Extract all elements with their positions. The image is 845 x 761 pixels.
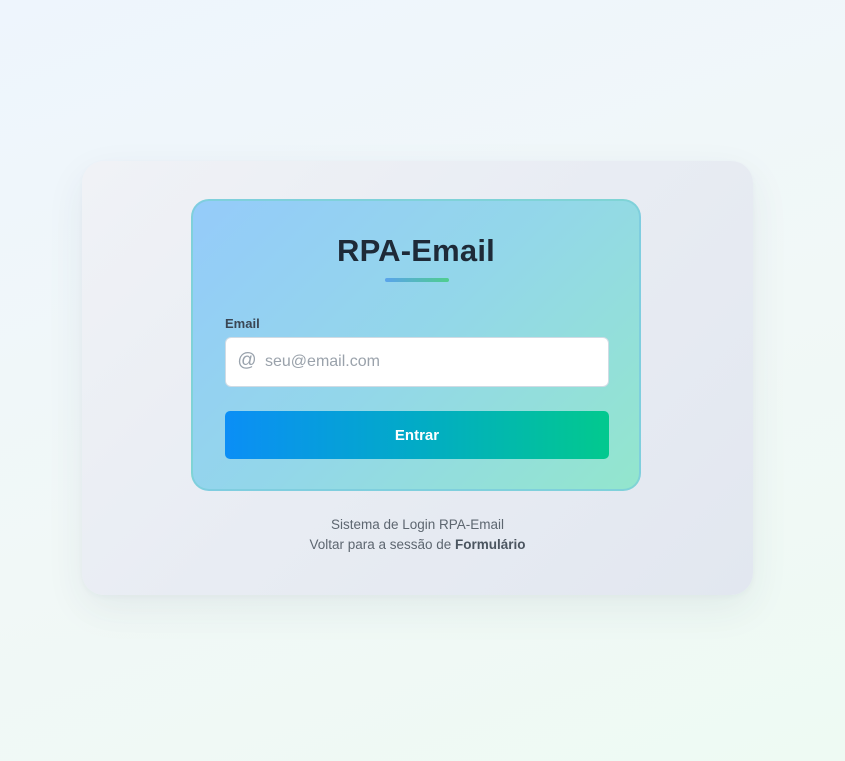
title-underline: [385, 278, 449, 282]
back-to-form-line: Voltar para a sessão de Formulário: [82, 537, 753, 552]
email-field-wrapper[interactable]: @: [225, 337, 609, 387]
at-icon: @: [237, 350, 257, 371]
page-title: RPA-Email: [337, 233, 495, 268]
back-prefix-text: Voltar para a sessão de: [309, 537, 456, 552]
login-card: RPA-Email Email @ Entrar: [191, 199, 641, 491]
form-section-link[interactable]: Formulário: [455, 537, 526, 552]
email-label: Email: [225, 316, 260, 331]
email-input[interactable]: [265, 338, 595, 386]
login-button[interactable]: Entrar: [225, 411, 609, 459]
login-panel: RPA-Email Email @ Entrar Sistema de Logi…: [82, 161, 753, 595]
system-caption: Sistema de Login RPA-Email: [330, 517, 505, 532]
